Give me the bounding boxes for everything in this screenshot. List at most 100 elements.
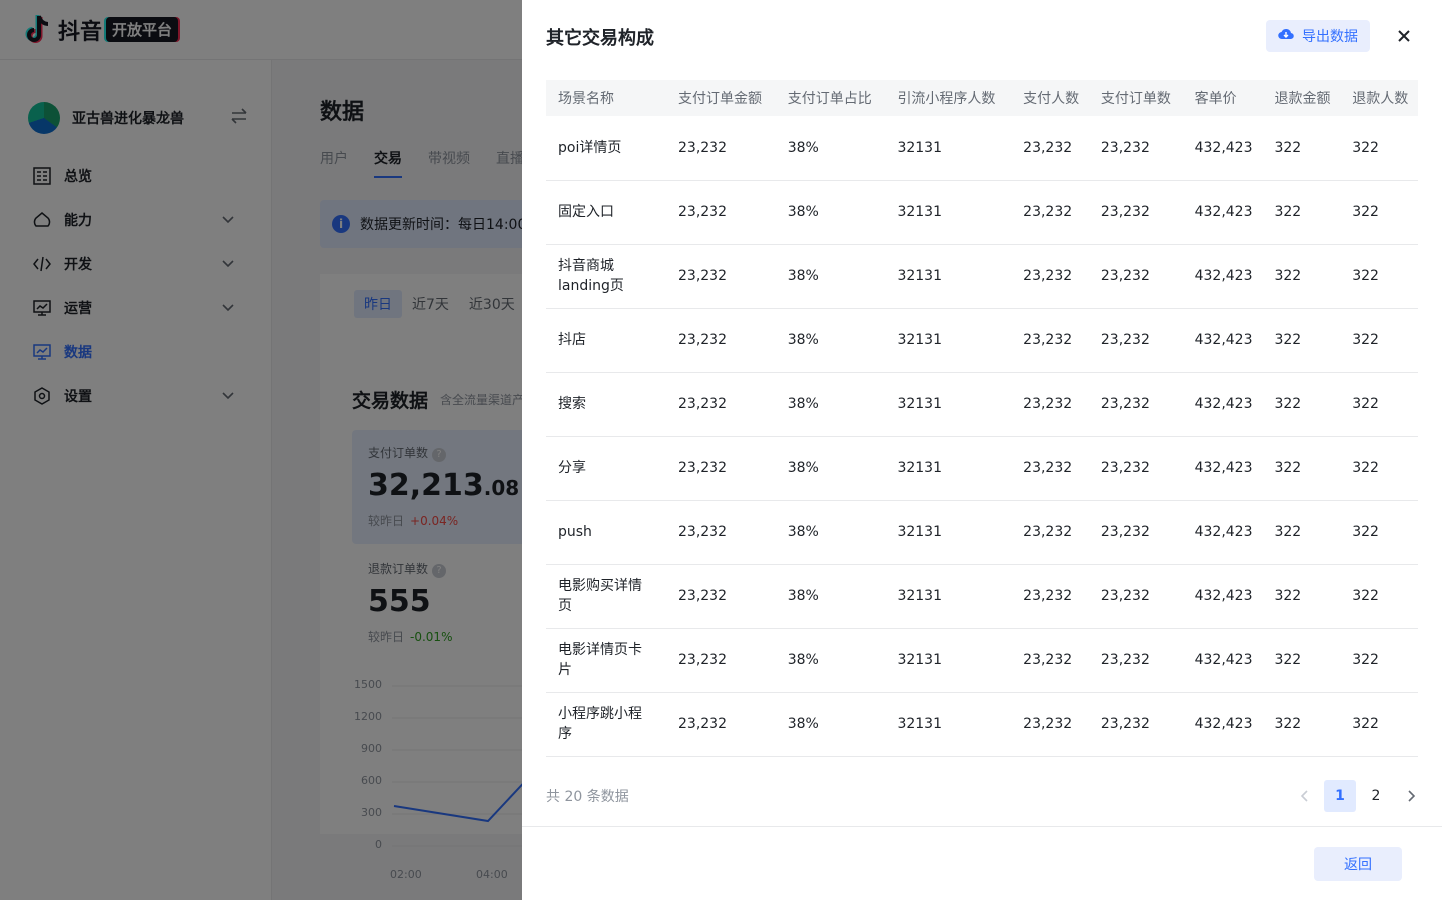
- table-cell: 32131: [885, 500, 1012, 565]
- table-cell: 23,232: [1011, 436, 1089, 501]
- table-cell: 23,232: [1011, 628, 1089, 693]
- table-cell: 23,232: [1088, 436, 1183, 501]
- table-cell: 322: [1262, 244, 1341, 309]
- scene-name-cell: 搜索: [546, 372, 666, 437]
- table-cell: 23,232: [1088, 692, 1183, 757]
- table-row: 抖音商城landing页 23,232 38% 32131 23,232 23,232 43…: [546, 244, 1418, 309]
- table-cell: 38%: [775, 308, 886, 373]
- table-cell: 23,232: [1011, 244, 1089, 309]
- table-cell: 23,232: [1088, 308, 1183, 373]
- table-row: 分享 23,232 38% 32131 23,232 23,232 432,423 322 32…: [546, 436, 1418, 501]
- table-cell: 23,232: [1011, 180, 1089, 245]
- table-cell: 322: [1340, 500, 1418, 565]
- table-cell: 23,232: [1011, 308, 1089, 373]
- table-cell: 23,232: [1011, 692, 1089, 757]
- table-cell: 322: [1262, 500, 1341, 565]
- table-cell: 23,232: [666, 500, 776, 565]
- table-cell: 432,423: [1182, 564, 1263, 629]
- scene-name-cell: 电影购买详情页: [546, 564, 666, 629]
- column-header: 客单价: [1182, 80, 1263, 116]
- total-count: 共 20 条数据: [546, 789, 629, 805]
- table-cell: 38%: [775, 180, 886, 245]
- table-cell: 432,423: [1182, 372, 1263, 437]
- table-cell: 322: [1262, 692, 1341, 757]
- page-button[interactable]: 1: [1324, 780, 1356, 812]
- column-header: 引流小程序人数: [885, 80, 1012, 116]
- table-cell: 23,232: [666, 180, 776, 245]
- page-button[interactable]: 2: [1360, 780, 1392, 812]
- export-data-button[interactable]: 导出数据: [1266, 20, 1370, 52]
- table-cell: 32131: [885, 308, 1012, 373]
- table-cell: 23,232: [1011, 372, 1089, 437]
- table-cell: 38%: [775, 244, 886, 309]
- table-cell: 322: [1340, 628, 1418, 693]
- table-cell: 32131: [885, 372, 1012, 437]
- table-cell: 23,232: [1088, 116, 1183, 181]
- scene-name-cell: 电影详情页卡片: [546, 628, 666, 693]
- table-cell: 432,423: [1182, 628, 1263, 693]
- table-cell: 322: [1340, 180, 1418, 245]
- transaction-breakdown-drawer: 其它交易构成 导出数据 场景名称 支付订单金额 支付订单占比 引流小程序人数 支…: [522, 0, 1442, 900]
- next-page-icon[interactable]: [1396, 780, 1428, 812]
- table-cell: 38%: [775, 692, 886, 757]
- table-cell: 38%: [775, 116, 886, 181]
- table-cell: 322: [1262, 564, 1341, 629]
- table-cell: 23,232: [666, 436, 776, 501]
- column-header: 支付人数: [1011, 80, 1089, 116]
- column-header: 场景名称: [546, 80, 666, 116]
- table-header-row: 场景名称 支付订单金额 支付订单占比 引流小程序人数 支付人数 支付订单数 客单…: [546, 80, 1418, 116]
- cloud-download-icon: [1278, 27, 1302, 45]
- table-row: 搜索 23,232 38% 32131 23,232 23,232 432,423 322 32…: [546, 372, 1418, 437]
- scene-name-cell: 抖音商城landing页: [546, 244, 666, 309]
- table-cell: 432,423: [1182, 500, 1263, 565]
- column-header: 支付订单数: [1088, 80, 1183, 116]
- scene-name-cell: poi详情页: [546, 116, 666, 181]
- back-button[interactable]: 返回: [1314, 847, 1402, 881]
- table-cell: 322: [1262, 308, 1341, 373]
- table-cell: 432,423: [1182, 244, 1263, 309]
- table-cell: 32131: [885, 180, 1012, 245]
- table-cell: 23,232: [666, 116, 776, 181]
- table-cell: 432,423: [1182, 436, 1263, 501]
- column-header: 退款金额: [1262, 80, 1341, 116]
- scene-name-cell: 抖店: [546, 308, 666, 373]
- table-cell: 23,232: [1088, 628, 1183, 693]
- prev-page-icon[interactable]: [1288, 780, 1320, 812]
- table-cell: 322: [1262, 180, 1341, 245]
- table-cell: 322: [1340, 244, 1418, 309]
- column-header: 支付订单占比: [775, 80, 886, 116]
- breakdown-table: 场景名称 支付订单金额 支付订单占比 引流小程序人数 支付人数 支付订单数 客单…: [546, 80, 1418, 757]
- close-icon[interactable]: [1394, 26, 1414, 46]
- table-row: 小程序跳小程序 23,232 38% 32131 23,232 23,232 432,423…: [546, 692, 1418, 757]
- table-row: 抖店 23,232 38% 32131 23,232 23,232 432,423 322 32…: [546, 308, 1418, 373]
- table-cell: 32131: [885, 564, 1012, 629]
- table-cell: 23,232: [666, 628, 776, 693]
- table-cell: 23,232: [1011, 564, 1089, 629]
- table-cell: 322: [1262, 628, 1341, 693]
- scene-name-cell: push: [546, 500, 666, 565]
- scene-name-cell: 小程序跳小程序: [546, 692, 666, 757]
- pagination: 1 2: [1288, 780, 1432, 812]
- table-cell: 322: [1340, 564, 1418, 629]
- table-row: 固定入口 23,232 38% 32131 23,232 23,232 432,423 322…: [546, 180, 1418, 245]
- table-cell: 32131: [885, 436, 1012, 501]
- column-header: 支付订单金额: [666, 80, 776, 116]
- table-cell: 23,232: [1088, 564, 1183, 629]
- scene-name-cell: 固定入口: [546, 180, 666, 245]
- table-row: 电影购买详情页 23,232 38% 32131 23,232 23,232 432,423…: [546, 564, 1418, 629]
- table-row: push 23,232 38% 32131 23,232 23,232 432,423 322…: [546, 500, 1418, 565]
- table-cell: 38%: [775, 500, 886, 565]
- table-cell: 38%: [775, 628, 886, 693]
- table-cell: 38%: [775, 372, 886, 437]
- table-cell: 432,423: [1182, 116, 1263, 181]
- table-row: poi详情页 23,232 38% 32131 23,232 23,232 432,423 3…: [546, 116, 1418, 181]
- table-cell: 322: [1262, 372, 1341, 437]
- table-cell: 23,232: [666, 372, 776, 437]
- table-cell: 38%: [775, 564, 886, 629]
- table-cell: 32131: [885, 692, 1012, 757]
- table-cell: 322: [1340, 372, 1418, 437]
- table-cell: 322: [1340, 116, 1418, 181]
- table-cell: 23,232: [666, 564, 776, 629]
- table-cell: 322: [1262, 116, 1341, 181]
- table-cell: 432,423: [1182, 692, 1263, 757]
